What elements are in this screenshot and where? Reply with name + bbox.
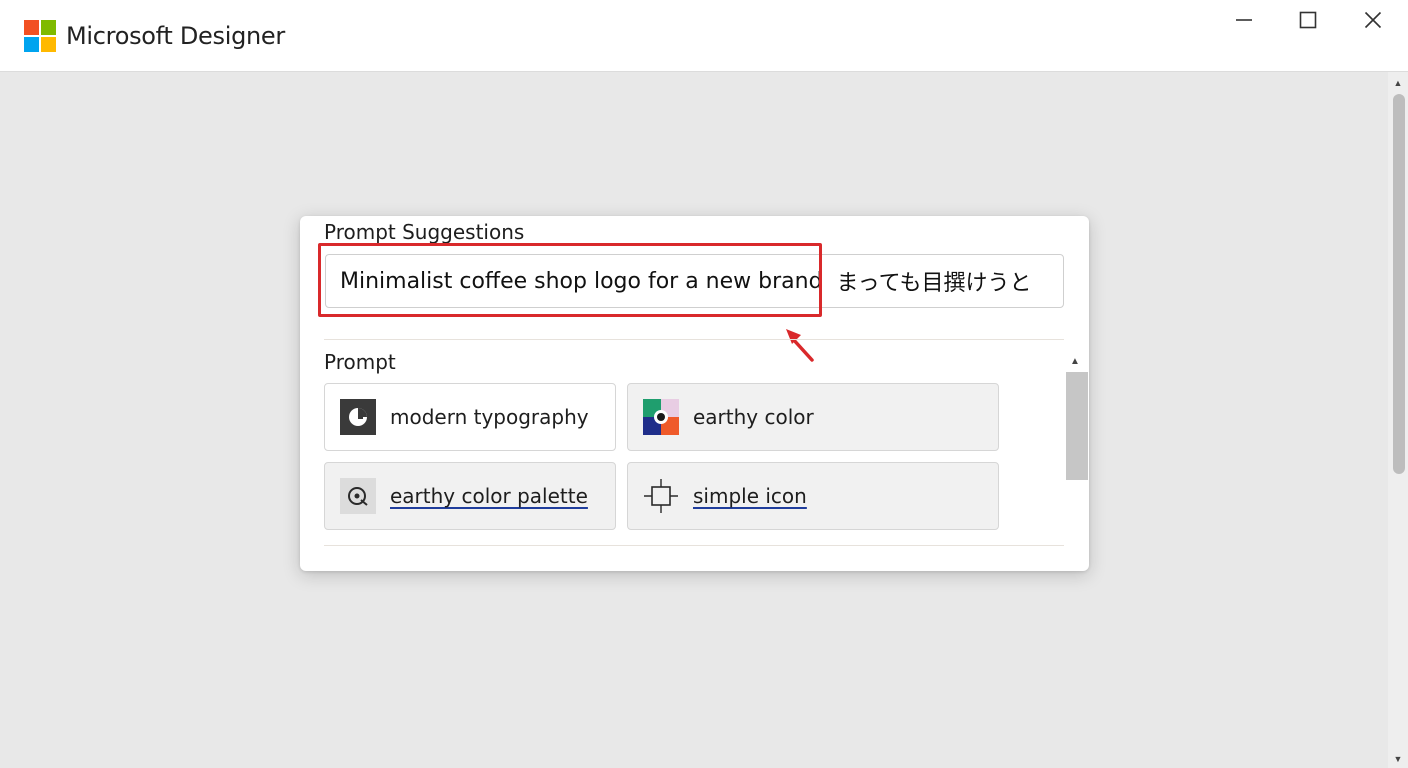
typography-icon bbox=[340, 399, 376, 435]
prompt-chip-earthy-color[interactable]: earthy color bbox=[627, 383, 999, 451]
close-button[interactable] bbox=[1341, 0, 1405, 40]
page-scrollbar-thumb[interactable] bbox=[1393, 94, 1405, 474]
page-scrollbar[interactable]: ▲ ▼ bbox=[1388, 72, 1408, 768]
prompt-list-scrollbar-thumb[interactable] bbox=[1066, 372, 1088, 480]
prompt-suggestion-value: Minimalist coffee shop logo for a new br… bbox=[340, 268, 823, 294]
chip-label: earthy color bbox=[693, 405, 814, 429]
app-title: Microsoft Designer bbox=[66, 22, 285, 50]
frame-icon bbox=[644, 479, 678, 513]
prompt-chip-modern-typography[interactable]: modern typography bbox=[324, 383, 616, 451]
annotation-arrow-icon bbox=[786, 329, 814, 362]
palette-icon bbox=[340, 478, 376, 514]
prompt-suggestions-heading: Prompt Suggestions bbox=[324, 220, 525, 244]
prompt-heading: Prompt bbox=[324, 350, 396, 374]
prompt-suggestion-input[interactable]: Minimalist coffee shop logo for a new br… bbox=[325, 254, 1064, 308]
scroll-up-icon[interactable]: ▲ bbox=[1392, 78, 1404, 88]
color-swatch-icon bbox=[643, 399, 679, 435]
prompt-list-scrollbar[interactable]: ▲ bbox=[1064, 354, 1088, 482]
divider bbox=[324, 339, 1064, 340]
minimize-icon bbox=[1236, 19, 1252, 21]
prompt-suggestion-trailing-text: まっても目撰けうと bbox=[836, 271, 1032, 296]
close-icon bbox=[1364, 11, 1382, 29]
prompt-chip-simple-icon[interactable]: simple icon bbox=[627, 462, 999, 530]
minimize-button[interactable] bbox=[1212, 0, 1276, 40]
prompt-suggestions-card: Prompt Suggestions Minimalist coffee sho… bbox=[300, 216, 1089, 571]
chip-label: simple icon bbox=[693, 484, 807, 508]
microsoft-logo-icon bbox=[24, 20, 56, 52]
title-bar: Microsoft Designer bbox=[0, 0, 1408, 72]
scroll-down-icon[interactable]: ▼ bbox=[1392, 754, 1404, 764]
maximize-button[interactable] bbox=[1276, 0, 1340, 40]
chevron-up-icon[interactable]: ▲ bbox=[1070, 356, 1080, 367]
chip-label: earthy color palette bbox=[390, 484, 588, 508]
prompt-chip-earthy-color-palette[interactable]: earthy color palette bbox=[324, 462, 616, 530]
chip-label: modern typography bbox=[390, 405, 589, 429]
maximize-icon bbox=[1299, 11, 1317, 29]
divider bbox=[324, 545, 1064, 546]
